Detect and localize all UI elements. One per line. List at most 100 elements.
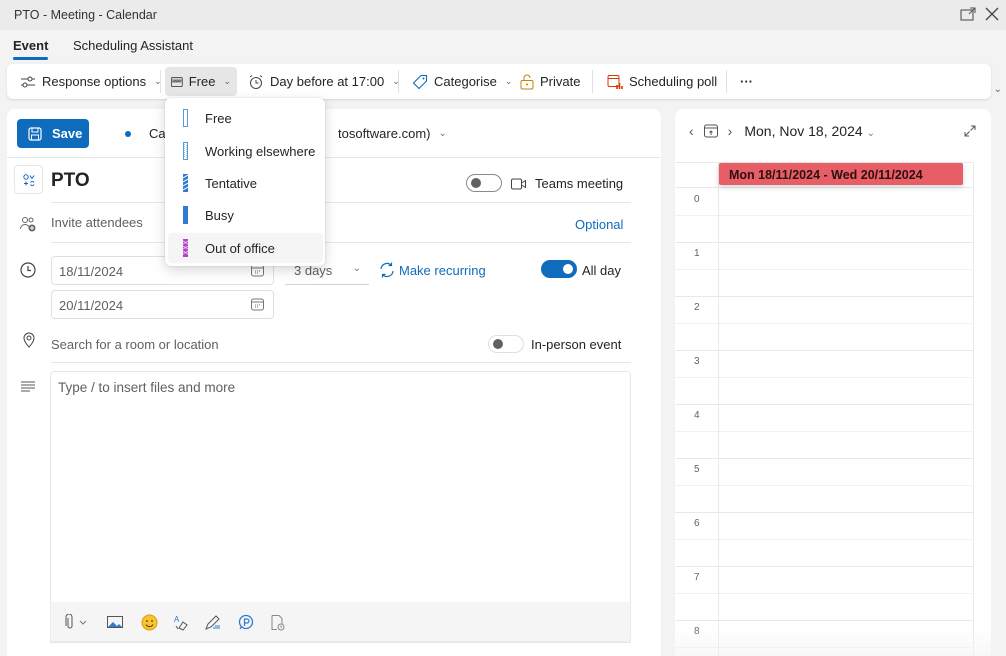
show-as-option-tentative[interactable]: Tentative xyxy=(165,168,325,198)
tab-scheduling-assistant[interactable]: Scheduling Assistant xyxy=(73,38,193,53)
save-icon xyxy=(28,126,42,141)
format-text-button[interactable]: A xyxy=(172,613,190,631)
response-options-label: Response options xyxy=(42,74,147,89)
divider xyxy=(160,70,161,93)
save-button[interactable]: Save xyxy=(17,119,89,148)
divider xyxy=(7,157,661,158)
hour-line xyxy=(675,620,974,621)
categorise-button[interactable]: Categorise ⌄ xyxy=(406,67,518,96)
divider xyxy=(592,70,593,93)
close-icon[interactable] xyxy=(984,6,1000,22)
optional-attendees-link[interactable]: Optional xyxy=(575,217,623,232)
end-date-input[interactable]: 20/11/2024 xyxy=(51,290,274,319)
half-hour-line xyxy=(675,431,974,432)
draw-button[interactable] xyxy=(203,613,221,631)
tag-icon xyxy=(412,74,428,89)
start-date-value: 18/11/2024 xyxy=(59,264,124,279)
in-person-event-toggle[interactable] xyxy=(488,335,524,353)
popout-icon[interactable] xyxy=(960,7,976,21)
show-as-option-working-elsewhere[interactable]: Working elsewhere xyxy=(165,136,325,166)
free-swatch-icon xyxy=(183,109,188,127)
make-recurring-link[interactable]: Make recurring xyxy=(399,263,486,278)
teams-meeting-toggle[interactable] xyxy=(466,174,502,192)
calendar-color-dot xyxy=(125,130,131,137)
next-day-button[interactable]: › xyxy=(728,123,733,139)
half-hour-line xyxy=(675,539,974,540)
insert-image-icon xyxy=(107,616,123,628)
half-hour-line xyxy=(675,485,974,486)
loop-icon xyxy=(238,614,253,629)
lock-icon xyxy=(520,74,534,89)
day-grid: Mon 18/11/2024 - Wed 20/11/2024 0 1 2 3 4 5 6 7… xyxy=(675,162,974,656)
emoji-icon xyxy=(141,614,157,630)
chevron-down-icon: ⌄ xyxy=(504,76,513,86)
show-as-option-busy[interactable]: Busy xyxy=(165,200,325,230)
text-lines-icon xyxy=(21,381,35,392)
private-button[interactable]: Private xyxy=(514,67,586,96)
calendar-icon[interactable] xyxy=(251,298,264,311)
hour-label: 5 xyxy=(694,464,700,475)
event-title-input[interactable]: PTO xyxy=(51,170,90,192)
scheduling-poll-label: Scheduling poll xyxy=(629,74,718,89)
show-as-icon xyxy=(171,76,183,87)
ribbon-expand-icon[interactable]: ⌄ xyxy=(994,84,1002,95)
title-bar: PTO - Meeting - Calendar xyxy=(0,0,1006,30)
chevron-down-icon: ⌄ xyxy=(223,76,231,86)
expand-icon[interactable] xyxy=(964,125,976,137)
option-label: Tentative xyxy=(205,175,258,191)
hour-line xyxy=(675,350,974,351)
location-input[interactable]: Search for a room or location xyxy=(51,337,219,352)
sliders-icon xyxy=(21,76,35,87)
loop-button[interactable] xyxy=(236,613,254,631)
recurring-icon xyxy=(380,262,394,278)
option-label: Free xyxy=(205,110,232,126)
half-hour-line xyxy=(675,215,974,216)
reminder-label: Day before at 17:00 xyxy=(270,74,385,89)
scheduling-poll-button[interactable]: Scheduling poll xyxy=(601,67,723,96)
hour-label: 0 xyxy=(694,194,700,205)
more-options-button[interactable]: ··· xyxy=(734,67,759,96)
calendar-date-picker[interactable]: Mon, Nov 18, 2024 ⌄ xyxy=(744,123,875,139)
show-as-option-out-of-office[interactable]: Out of office xyxy=(168,233,323,263)
show-as-button[interactable]: Free ⌄ xyxy=(165,67,237,96)
chevron-down-icon: ⌄ xyxy=(438,128,447,139)
draw-icon xyxy=(204,614,220,630)
editor-toolbar: A xyxy=(50,602,631,642)
show-as-option-free[interactable]: Free xyxy=(165,103,325,133)
chevron-down-icon: ⌄ xyxy=(866,128,876,139)
insert-image-button[interactable] xyxy=(106,613,124,631)
hour-line xyxy=(675,242,974,243)
pto-event[interactable]: Mon 18/11/2024 - Wed 20/11/2024 xyxy=(719,163,963,185)
divider xyxy=(726,70,727,93)
day-calendar-panel: ‹ › Mon, Nov 18, 2024 ⌄ Mon 18/11/2024 - … xyxy=(675,109,991,656)
calendar-navigation: ‹ › Mon, Nov 18, 2024 ⌄ xyxy=(689,123,875,139)
all-day-toggle[interactable] xyxy=(541,260,577,278)
event-form: Save Cal tosoftware.com) ⌄ PTO Teams mee… xyxy=(7,109,661,656)
tab-bar: Event Scheduling Assistant xyxy=(0,30,1006,62)
attach-button[interactable] xyxy=(62,613,92,631)
event-icon-picker[interactable] xyxy=(14,165,43,194)
reminder-button[interactable]: Day before at 17:00 ⌄ xyxy=(242,67,406,96)
half-hour-line xyxy=(675,593,974,594)
calendar-selector[interactable]: Cal tosoftware.com) ⌄ xyxy=(125,126,447,141)
calendar-name-suffix: tosoftware.com) xyxy=(338,126,431,141)
option-label: Busy xyxy=(205,207,234,223)
alarm-clock-icon xyxy=(249,74,263,89)
all-day-label: All day xyxy=(582,263,622,278)
divider xyxy=(51,202,631,203)
invite-attendees-input[interactable]: Invite attendees xyxy=(51,215,143,230)
immersive-reader-button[interactable] xyxy=(268,613,286,631)
previous-day-button[interactable]: ‹ xyxy=(689,123,694,139)
hour-line xyxy=(675,296,974,297)
response-options-button[interactable]: Response options ⌄ xyxy=(14,67,168,96)
go-to-today-icon[interactable] xyxy=(703,124,718,138)
hour-line xyxy=(675,404,974,405)
hour-label: 4 xyxy=(694,410,700,421)
hour-label: 7 xyxy=(694,572,700,583)
tab-event[interactable]: Event xyxy=(13,38,49,60)
event-label: Mon 18/11/2024 - Wed 20/11/2024 xyxy=(729,168,923,182)
hour-line xyxy=(675,512,974,513)
divider xyxy=(51,362,631,363)
emoji-button[interactable] xyxy=(140,613,158,631)
hour-line xyxy=(675,566,974,567)
